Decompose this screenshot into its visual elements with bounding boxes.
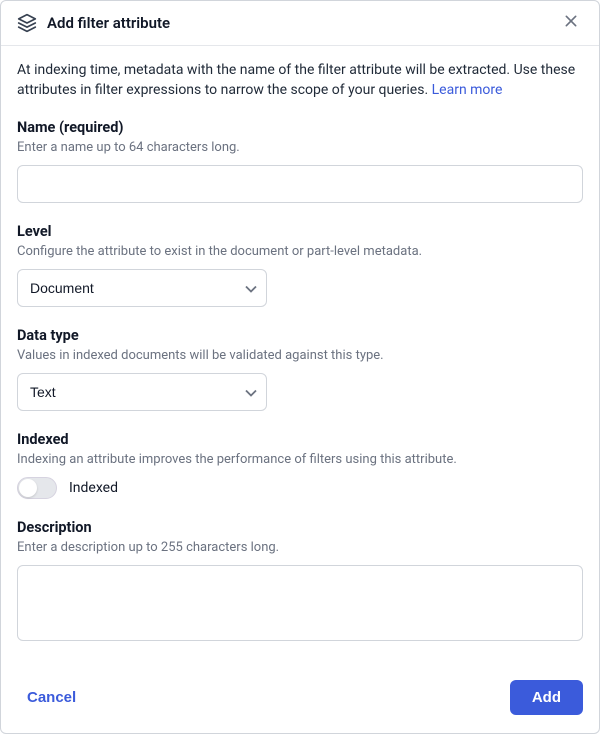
learn-more-link[interactable]: Learn more bbox=[432, 82, 503, 98]
name-label: Name (required) bbox=[17, 119, 583, 136]
data-type-label: Data type bbox=[17, 327, 583, 344]
description-field: Description Enter a description up to 25… bbox=[17, 519, 583, 645]
data-type-select[interactable]: Text bbox=[17, 373, 267, 411]
name-input[interactable] bbox=[17, 165, 583, 203]
close-icon bbox=[563, 13, 579, 34]
add-button[interactable]: Add bbox=[510, 680, 583, 715]
level-label: Level bbox=[17, 223, 583, 240]
level-help: Configure the attribute to exist in the … bbox=[17, 244, 583, 259]
data-type-field: Data type Values in indexed documents wi… bbox=[17, 327, 583, 411]
level-select-wrap: Document bbox=[17, 269, 267, 307]
indexed-label: Indexed bbox=[17, 431, 583, 448]
indexed-toggle-label: Indexed bbox=[69, 480, 118, 496]
level-select[interactable]: Document bbox=[17, 269, 267, 307]
name-help: Enter a name up to 64 characters long. bbox=[17, 140, 583, 155]
modal-footer: Cancel Add bbox=[1, 666, 599, 733]
close-button[interactable] bbox=[559, 11, 583, 35]
description-input[interactable] bbox=[17, 565, 583, 641]
add-filter-attribute-modal: Add filter attribute At indexing time, m… bbox=[0, 0, 600, 734]
name-field: Name (required) Enter a name up to 64 ch… bbox=[17, 119, 583, 203]
intro-text: At indexing time, metadata with the name… bbox=[17, 60, 583, 101]
indexed-field: Indexed Indexing an attribute improves t… bbox=[17, 431, 583, 499]
description-help: Enter a description up to 255 characters… bbox=[17, 540, 583, 555]
modal-title: Add filter attribute bbox=[47, 14, 559, 32]
indexed-toggle[interactable] bbox=[17, 477, 57, 499]
data-type-select-wrap: Text bbox=[17, 373, 267, 411]
layers-icon bbox=[17, 13, 37, 33]
modal-header: Add filter attribute bbox=[1, 1, 599, 46]
indexed-toggle-row: Indexed bbox=[17, 477, 583, 499]
level-field: Level Configure the attribute to exist i… bbox=[17, 223, 583, 307]
modal-body: At indexing time, metadata with the name… bbox=[1, 46, 599, 666]
description-label: Description bbox=[17, 519, 583, 536]
toggle-knob bbox=[19, 479, 37, 497]
indexed-help: Indexing an attribute improves the perfo… bbox=[17, 452, 583, 467]
data-type-help: Values in indexed documents will be vali… bbox=[17, 348, 583, 363]
cancel-button[interactable]: Cancel bbox=[17, 681, 86, 714]
